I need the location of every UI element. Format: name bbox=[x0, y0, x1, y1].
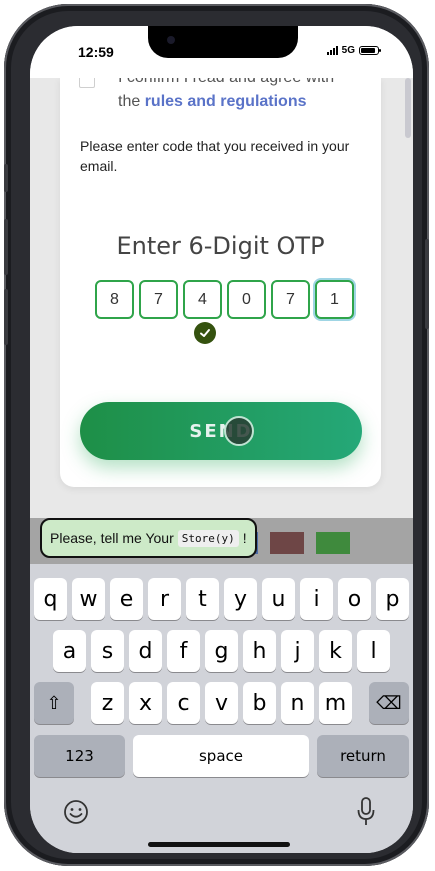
mute-switch bbox=[4, 164, 8, 192]
key-q[interactable]: q bbox=[34, 578, 67, 620]
green-swatch bbox=[316, 532, 350, 554]
instruction-text: Please enter code that you received in y… bbox=[80, 138, 350, 174]
agree-the: the bbox=[118, 93, 145, 110]
status-icons: 5G bbox=[326, 45, 381, 56]
network-label: 5G bbox=[341, 45, 355, 56]
home-indicator[interactable] bbox=[148, 842, 290, 847]
otp-digit-6[interactable]: 1 bbox=[315, 280, 354, 319]
otp-digit-5[interactable]: 7 bbox=[271, 280, 310, 319]
emoji-icon[interactable] bbox=[63, 799, 89, 825]
key-n[interactable]: n bbox=[281, 682, 314, 724]
shift-key[interactable]: ⇧ bbox=[34, 682, 74, 724]
key-d[interactable]: d bbox=[129, 630, 162, 672]
status-bar: 12:59 5G bbox=[30, 26, 413, 78]
key-m[interactable]: m bbox=[319, 682, 352, 724]
otp-digit-2[interactable]: 7 bbox=[139, 280, 178, 319]
key-o[interactable]: o bbox=[338, 578, 371, 620]
key-t[interactable]: t bbox=[186, 578, 219, 620]
touch-cursor-indicator bbox=[224, 416, 254, 446]
key-r[interactable]: r bbox=[148, 578, 181, 620]
key-c[interactable]: c bbox=[167, 682, 200, 724]
otp-card: I confirm I read and agree with the rule… bbox=[60, 69, 381, 487]
tooltip-prefix: Please, tell me Your bbox=[50, 530, 174, 546]
key-v[interactable]: v bbox=[205, 682, 238, 724]
otp-digit-4[interactable]: 0 bbox=[227, 280, 266, 319]
key-j[interactable]: j bbox=[281, 630, 314, 672]
app-content: I confirm I read and agree with the rule… bbox=[30, 69, 413, 518]
front-camera bbox=[167, 36, 175, 44]
otp-input-row: 8 7 4 0 7 1 bbox=[95, 280, 354, 319]
screen: 12:59 5G I confirm I read and agree with… bbox=[30, 26, 413, 853]
key-e[interactable]: e bbox=[110, 578, 143, 620]
keyboard: q w e r t y u i o p a s d f g h j k l ⇧ … bbox=[30, 564, 413, 853]
volume-down-button bbox=[4, 289, 8, 345]
red-swatch bbox=[270, 532, 304, 554]
key-f[interactable]: f bbox=[167, 630, 200, 672]
volume-up-button bbox=[4, 219, 8, 275]
key-k[interactable]: k bbox=[319, 630, 352, 672]
delete-key[interactable]: ⌫ bbox=[369, 682, 409, 724]
rules-link[interactable]: rules and regulations bbox=[145, 93, 307, 110]
key-s[interactable]: s bbox=[91, 630, 124, 672]
key-p[interactable]: p bbox=[376, 578, 409, 620]
key-h[interactable]: h bbox=[243, 630, 276, 672]
key-a[interactable]: a bbox=[53, 630, 86, 672]
status-time: 12:59 bbox=[78, 44, 114, 60]
key-w[interactable]: w bbox=[72, 578, 105, 620]
battery-icon bbox=[359, 46, 381, 55]
key-x[interactable]: x bbox=[129, 682, 162, 724]
key-l[interactable]: l bbox=[357, 630, 390, 672]
key-g[interactable]: g bbox=[205, 630, 238, 672]
phone-frame: 12:59 5G I confirm I read and agree with… bbox=[4, 4, 429, 866]
key-z[interactable]: z bbox=[91, 682, 124, 724]
otp-digit-1[interactable]: 8 bbox=[95, 280, 134, 319]
send-button[interactable]: SEND bbox=[80, 402, 362, 460]
signal-icon bbox=[326, 46, 338, 55]
key-i[interactable]: i bbox=[300, 578, 333, 620]
otp-title: Enter 6-Digit OTP bbox=[116, 232, 325, 260]
tooltip-suffix: ! bbox=[242, 530, 247, 546]
otp-digit-3[interactable]: 4 bbox=[183, 280, 222, 319]
numbers-key[interactable]: 123 bbox=[34, 735, 125, 777]
tooltip: Please, tell me Your Store(y) ! bbox=[40, 518, 257, 558]
power-button bbox=[425, 239, 429, 329]
tooltip-code: Store(y) bbox=[177, 529, 239, 547]
key-y[interactable]: y bbox=[224, 578, 257, 620]
microphone-icon[interactable] bbox=[356, 797, 376, 827]
return-key[interactable]: return bbox=[317, 735, 409, 777]
check-circle-icon bbox=[194, 322, 216, 344]
key-u[interactable]: u bbox=[262, 578, 295, 620]
key-b[interactable]: b bbox=[243, 682, 276, 724]
scrollbar[interactable] bbox=[405, 78, 411, 138]
space-key[interactable]: space bbox=[133, 735, 309, 777]
